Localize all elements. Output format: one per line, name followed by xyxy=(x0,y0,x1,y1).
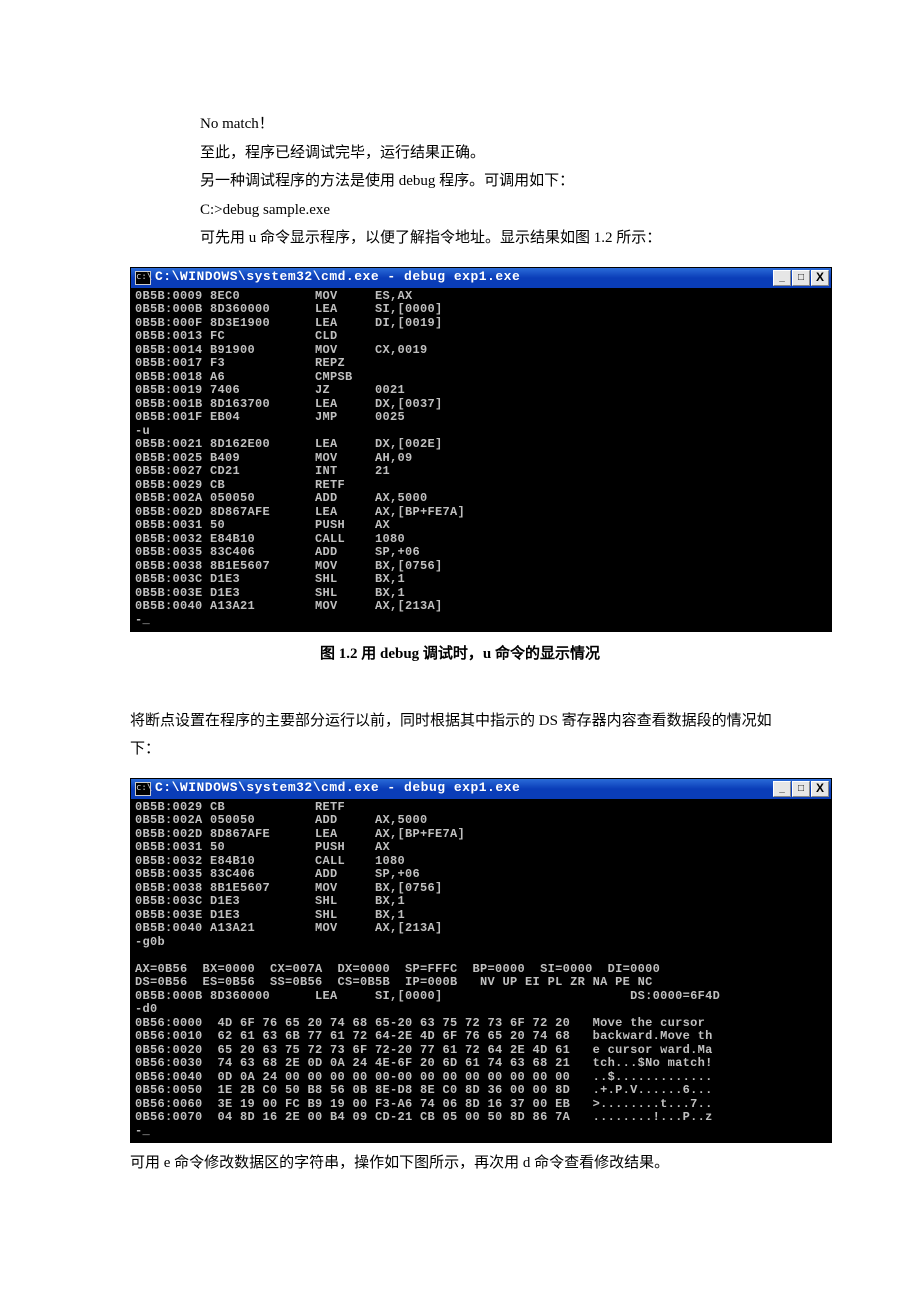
maximize-button[interactable]: □ xyxy=(792,781,810,797)
terminal-titlebar: c:\ C:\WINDOWS\system32\cmd.exe - debug … xyxy=(131,268,831,288)
terminal-title: C:\WINDOWS\system32\cmd.exe - debug exp1… xyxy=(155,265,520,290)
terminal-output-2: 0B5B:0029 CB RETF 0B5B:002A 050050 ADD A… xyxy=(131,799,831,1143)
paragraph-breakpoint: 将断点设置在程序的主要部分运行以前，同时根据其中指示的 DS 寄存器内容查看数据… xyxy=(130,707,790,764)
cmd-icon: c:\ xyxy=(135,782,151,796)
terminal-title: C:\WINDOWS\system32\cmd.exe - debug exp1… xyxy=(155,776,520,801)
minimize-button[interactable]: _ xyxy=(773,270,791,286)
intro-line-5: 可先用 u 命令显示程序，以便了解指令地址。显示结果如图 1.2 所示： xyxy=(200,224,790,253)
figure-breakpoint: c:\ C:\WINDOWS\system32\cmd.exe - debug … xyxy=(130,778,790,1144)
terminal-output-1: 0B5B:0009 8EC0 MOV ES,AX 0B5B:000B 8D360… xyxy=(131,288,831,632)
intro-text: No match！ 至此，程序已经调试完毕，运行结果正确。 另一种调试程序的方法… xyxy=(200,110,790,253)
window-buttons: _ □ X xyxy=(773,270,829,286)
window-buttons: _ □ X xyxy=(773,781,829,797)
terminal-titlebar: c:\ C:\WINDOWS\system32\cmd.exe - debug … xyxy=(131,779,831,799)
terminal-window-2: c:\ C:\WINDOWS\system32\cmd.exe - debug … xyxy=(130,778,832,1144)
intro-line-2: 至此，程序已经调试完毕，运行结果正确。 xyxy=(200,139,790,168)
maximize-button[interactable]: □ xyxy=(792,270,810,286)
close-button[interactable]: X xyxy=(811,781,829,797)
cmd-icon: c:\ xyxy=(135,271,151,285)
minimize-button[interactable]: _ xyxy=(773,781,791,797)
intro-line-3: 另一种调试程序的方法是使用 debug 程序。可调用如下： xyxy=(200,167,790,196)
close-button[interactable]: X xyxy=(811,270,829,286)
figure-caption-1-2: 图 1.2 用 debug 调试时，u 命令的显示情况 xyxy=(130,640,790,669)
intro-line-1: No match！ xyxy=(200,110,790,139)
figure-1-2: c:\ C:\WINDOWS\system32\cmd.exe - debug … xyxy=(130,267,790,633)
terminal-window-1: c:\ C:\WINDOWS\system32\cmd.exe - debug … xyxy=(130,267,832,633)
outro-text: 可用 e 命令修改数据区的字符串，操作如下图所示，再次用 d 命令查看修改结果。 xyxy=(130,1149,790,1178)
intro-line-4: C:>debug sample.exe xyxy=(200,196,790,225)
